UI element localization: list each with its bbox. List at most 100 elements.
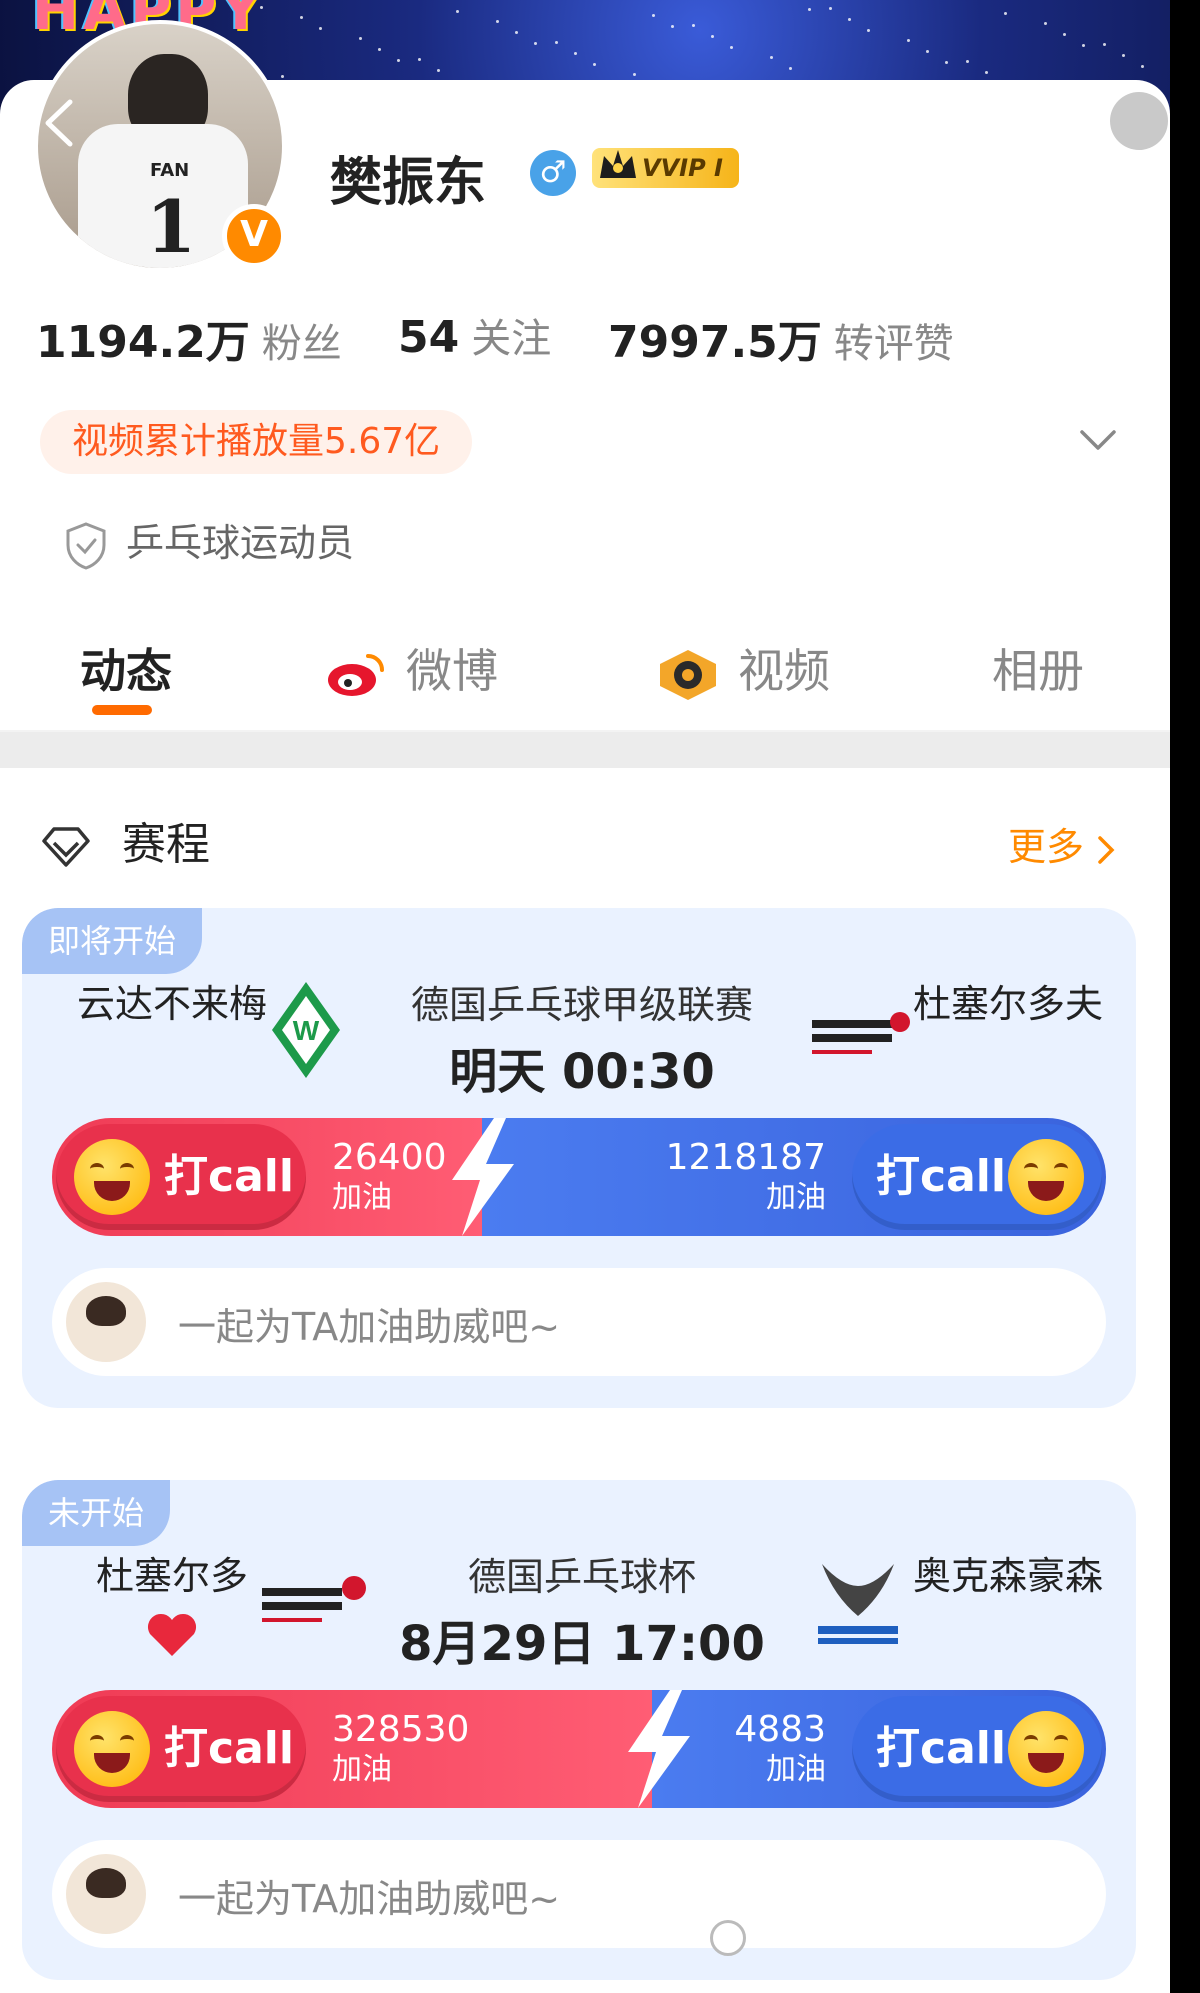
stat-likes[interactable]: 7997.5万 转评赞 [608, 306, 954, 370]
chevron-right-icon [1098, 835, 1115, 864]
banner-star [985, 71, 988, 74]
vvip-label: VVIP I [642, 154, 723, 182]
home-call-button[interactable]: 打call [56, 1124, 306, 1230]
cheer-emoji-icon [74, 1711, 150, 1787]
banner-star [829, 7, 832, 10]
following-label: 关注 [471, 316, 552, 362]
active-tab-indicator [92, 705, 152, 715]
tab-video[interactable]: 视频 [656, 635, 830, 702]
schedule-more-link[interactable]: 更多 [1008, 816, 1116, 871]
schedule-header: 赛程 [40, 808, 210, 872]
home-call-button[interactable]: 打call [56, 1696, 306, 1802]
banner-star [1141, 65, 1144, 68]
away-cheer-count: 4883 加油 [734, 1709, 826, 1788]
likes-count: 7997.5万 [608, 317, 822, 368]
banner-star [1044, 22, 1047, 25]
league-name: 德国乒乓球杯 [467, 1555, 696, 1599]
banner-star [281, 75, 284, 78]
away-team-name[interactable]: 奥克森豪森 [898, 1548, 1118, 1604]
banner-star [378, 48, 381, 51]
following-count: 54 [398, 312, 460, 363]
away-team-name[interactable]: 杜塞尔多夫 [898, 976, 1118, 1032]
home-team-name[interactable]: 杜塞尔多 [62, 1548, 282, 1660]
banner-star [926, 50, 929, 53]
banner-star [593, 63, 596, 66]
tab-dongtai[interactable]: 动态 [80, 635, 172, 701]
video-scrubber-handle[interactable] [710, 1920, 746, 1956]
banner-star [652, 14, 655, 17]
banner-star [456, 10, 459, 13]
back-arrow-icon[interactable] [40, 98, 80, 148]
versus-bolt-icon [452, 1118, 514, 1236]
certification: 乒乓球运动员 [64, 512, 354, 571]
banner-star [1082, 44, 1085, 47]
banner-star [1122, 54, 1125, 57]
banner-star [1103, 43, 1106, 46]
banner-star [671, 25, 674, 28]
banner-star [789, 67, 792, 70]
user-avatar [66, 1854, 146, 1934]
comment-input[interactable]: 一起为TA加油助威吧~ [52, 1268, 1106, 1376]
banner-star [907, 39, 910, 42]
verified-badge: V [222, 204, 286, 268]
tab-weibo[interactable]: 微博 [324, 635, 498, 701]
home-cheer-count: 328530 加油 [332, 1709, 470, 1788]
schedule-title: 赛程 [122, 819, 210, 870]
user-avatar [66, 1282, 146, 1362]
comment-input[interactable]: 一起为TA加油助威吧~ [52, 1840, 1106, 1948]
cheer-emoji-icon [1008, 1139, 1084, 1215]
profile-tabs: 动态 微博 视频 相册 [0, 615, 1170, 730]
banner-star [848, 18, 851, 21]
banner-star [418, 58, 421, 61]
match-card[interactable]: 即将开始 云达不来梅 W 德国乒乓球甲级联赛 明天 00:30 杜塞尔多夫 打c… [22, 908, 1136, 1408]
match-status-tag: 即将开始 [22, 908, 203, 974]
away-call-button[interactable]: 打call [852, 1696, 1102, 1802]
banner-star [770, 56, 773, 59]
match-card[interactable]: 未开始 杜塞尔多 德国乒乓球杯 8月29日 17:00 奥克森豪森 打call … [22, 1480, 1136, 1980]
banner-star [534, 42, 537, 45]
profile-name: 樊振东 [330, 153, 487, 213]
banner-star [945, 61, 948, 64]
banner-star [359, 37, 362, 40]
tab-album[interactable]: 相册 [992, 635, 1084, 701]
banner-star [808, 8, 811, 11]
banner-star [966, 60, 969, 63]
banner-star [319, 27, 322, 30]
chevron-down-icon[interactable] [1078, 424, 1118, 454]
banner-star [260, 6, 263, 9]
banner-star [1004, 12, 1007, 15]
video-channel-icon [660, 649, 716, 700]
banner-star [1063, 33, 1066, 36]
shield-icon [66, 521, 106, 570]
cheer-emoji-icon [74, 1139, 150, 1215]
home-team-name[interactable]: 云达不来梅 [62, 976, 282, 1032]
cheer-bar: 打call 26400 加油 1218187 加油 打call [52, 1118, 1106, 1236]
diamond-icon [42, 827, 90, 867]
away-cheer-count: 1218187 加油 [665, 1137, 826, 1216]
banner-star [515, 31, 518, 34]
certification-label: 乒乓球运动员 [126, 521, 355, 565]
banner-star [711, 35, 714, 38]
banner-star [496, 20, 499, 23]
more-options-button[interactable] [1110, 92, 1168, 150]
banner-star [730, 46, 733, 49]
home-cheer-count: 26400 加油 [332, 1137, 447, 1216]
match-time: 8月29日 17:00 [399, 1616, 765, 1672]
video-play-count-pill[interactable]: 视频累计播放量5.67亿 [40, 410, 473, 474]
stat-following[interactable]: 54 关注 [398, 306, 551, 364]
banner-star [397, 59, 400, 62]
followers-label: 粉丝 [261, 321, 342, 367]
banner-star [633, 73, 636, 76]
jersey-name: FAN [150, 160, 190, 181]
weibo-icon [328, 653, 384, 696]
section-divider [0, 732, 1170, 768]
away-call-button[interactable]: 打call [852, 1124, 1102, 1230]
banner-star [300, 16, 303, 19]
followers-count: 1194.2万 [36, 317, 250, 368]
comment-placeholder: 一起为TA加油助威吧~ [178, 1305, 561, 1349]
stat-followers[interactable]: 1194.2万 粉丝 [36, 306, 342, 370]
vvip-badge[interactable]: VVIP I [592, 148, 739, 188]
versus-bolt-icon [628, 1690, 690, 1808]
likes-label: 转评赞 [833, 321, 954, 367]
banner-star [555, 41, 558, 44]
